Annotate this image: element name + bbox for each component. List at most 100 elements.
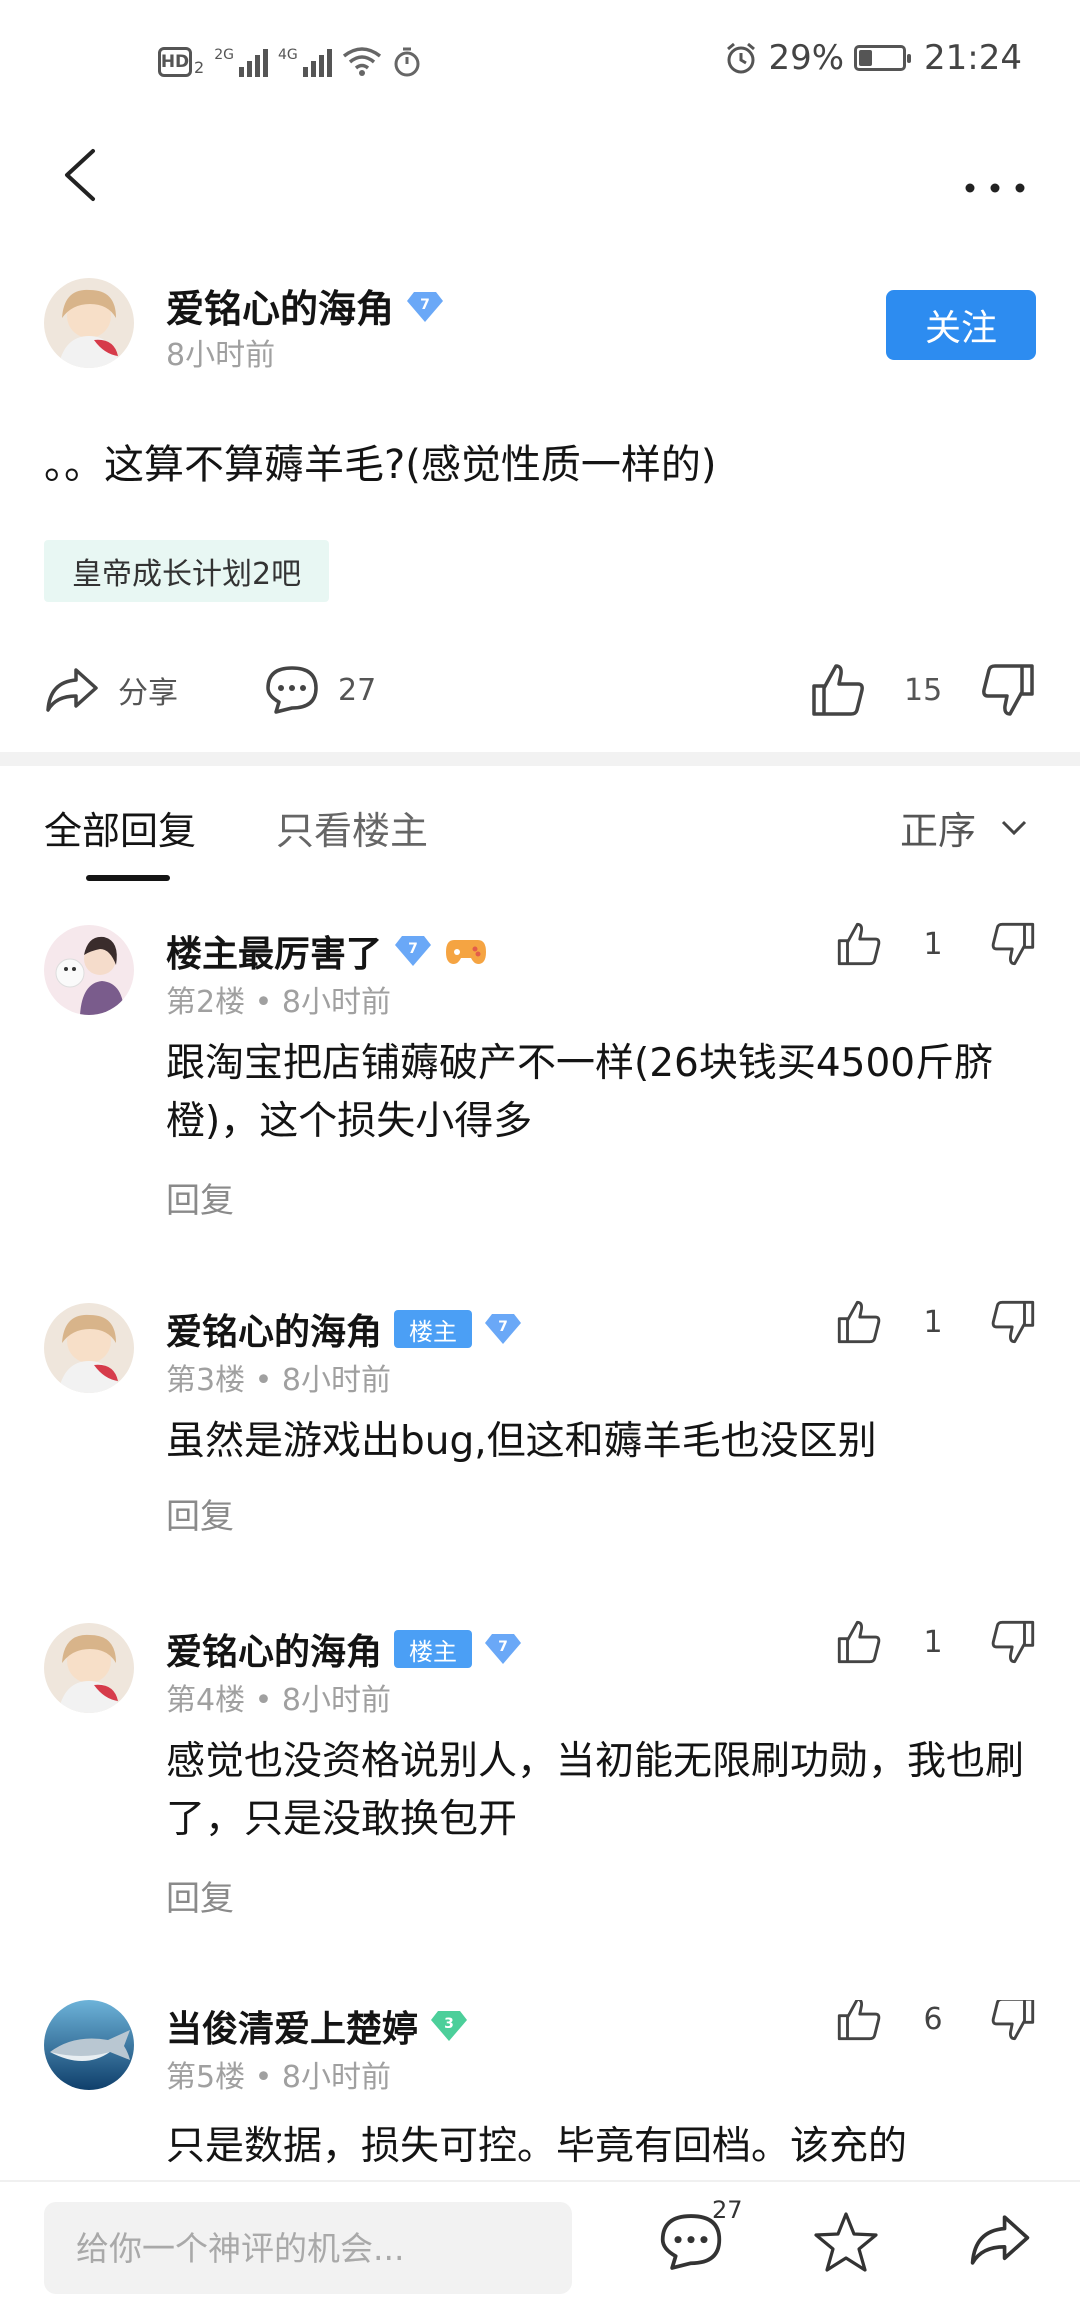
reply-like-count: 1: [923, 1305, 943, 1340]
reply-author-name: 爱铭心的海角: [166, 1312, 383, 1353]
sort-dropdown[interactable]: 正序: [900, 800, 1028, 855]
avatar[interactable]: [44, 925, 134, 1015]
topic-tag[interactable]: 皇帝成长计划2吧: [44, 540, 330, 602]
battery-icon: [854, 45, 912, 71]
comment-icon: [266, 666, 318, 714]
alarm-icon: [727, 42, 756, 74]
svg-text:7: 7: [408, 941, 418, 957]
thumbs-down-icon[interactable]: [990, 1619, 1036, 1665]
level-badge-icon: 7: [394, 934, 432, 968]
thumbs-down-icon: [982, 664, 1034, 716]
tab-all-replies[interactable]: 全部回复: [44, 800, 196, 855]
reply-like-count: 1: [923, 1625, 943, 1660]
reply-time: 8小时前: [281, 2060, 391, 2095]
thumbs-up-icon[interactable]: [836, 2000, 882, 2042]
reply-vote: 1: [836, 1297, 1036, 1357]
avatar[interactable]: [44, 278, 134, 368]
tab-owner-only[interactable]: 只看楼主: [276, 800, 428, 855]
reply-author[interactable]: 楼主最厉害了 7: [166, 925, 488, 977]
sort-label: 正序: [899, 809, 976, 853]
reply-author-name: 当俊清爱上楚婷: [166, 2009, 419, 2050]
thumbs-up-icon[interactable]: [836, 1299, 882, 1345]
post-action-bar: 分享 27 15: [44, 655, 1036, 725]
reply-vote: 1: [836, 919, 1036, 979]
reply-vote: 1: [836, 1617, 1036, 1677]
avatar[interactable]: [44, 1303, 134, 1393]
thumbs-down-icon[interactable]: [990, 2000, 1036, 2042]
reply-author[interactable]: 爱铭心的海角 楼主 7: [166, 1303, 522, 1355]
level-badge-icon: 7: [484, 1632, 522, 1666]
game-controller-icon: [446, 940, 487, 964]
chevron-left-icon[interactable]: [55, 135, 115, 215]
reply-button[interactable]: 回复: [166, 1173, 234, 1222]
avatar[interactable]: [44, 1623, 134, 1713]
reply-button[interactable]: 回复: [166, 1871, 234, 1920]
chevron-down-icon: [1001, 820, 1027, 835]
reply-content: 虽然是游戏出bug,但这和薅羊毛也没区别: [166, 1419, 877, 1464]
owner-badge: 楼主: [394, 1310, 473, 1348]
reply-content: 感觉也没资格说别人，当初能无限刷功勋，我也刷了，只是没敢换包开: [166, 1739, 1025, 1842]
author-name[interactable]: 爱铭心的海角 7: [166, 278, 444, 333]
dislike-button[interactable]: [980, 655, 1036, 725]
floor-number: 第5楼: [166, 2060, 246, 2095]
level-badge-icon: 7: [406, 289, 444, 323]
level-badge-icon: 3: [430, 2009, 468, 2043]
reply-vote: 6: [836, 2000, 1036, 2054]
thumbs-up-icon[interactable]: [836, 1619, 882, 1665]
like-count: 15: [904, 672, 943, 708]
share-label: 分享: [118, 676, 178, 711]
status-left-icons: HD 2 2G 4G: [158, 40, 422, 84]
wifi-icon: [342, 47, 381, 76]
clock: 21:24: [924, 38, 1022, 78]
post-author: 爱铭心的海角 7 8小时前 关注: [44, 278, 1036, 373]
reply-time: 8小时前: [281, 985, 391, 1020]
sim2-network-label: 4G: [277, 47, 298, 63]
comment-input[interactable]: [44, 2202, 572, 2294]
svg-text:7: 7: [498, 1319, 508, 1335]
reply-author[interactable]: 当俊清爱上楚婷 3: [166, 2000, 468, 2052]
follow-button[interactable]: 关注: [886, 290, 1036, 360]
reply-content: 只是数据，损失可控。毕竟有回档。该充的: [166, 2124, 908, 2169]
share-icon[interactable]: [968, 2210, 1032, 2270]
thumbs-up-icon: [812, 664, 864, 716]
active-tab-indicator: [86, 875, 170, 881]
thumbs-up-icon[interactable]: [836, 921, 882, 967]
section-divider: [0, 752, 1080, 766]
reply-meta: 第2楼 • 8小时前: [166, 985, 391, 1020]
thumbs-down-icon[interactable]: [990, 1299, 1036, 1345]
comment-count: 27: [338, 672, 377, 708]
sim1-network-label: 2G: [214, 47, 234, 63]
owner-badge: 楼主: [394, 1630, 473, 1668]
share-button[interactable]: 分享: [44, 655, 178, 725]
signal-sim1-icon: 2G: [214, 47, 268, 77]
level-badge-icon: 7: [484, 1312, 522, 1346]
reply-time: 8小时前: [281, 1363, 391, 1398]
author-name-text: 爱铭心的海角: [166, 287, 395, 331]
post-content: 。。这算不算薅羊毛?(感觉性质一样的): [44, 442, 717, 488]
like-button[interactable]: 15: [810, 655, 942, 725]
reply-author-name: 爱铭心的海角: [166, 1632, 383, 1673]
reply-button[interactable]: 回复: [166, 1489, 234, 1538]
reply-item: 楼主最厉害了 7 第2楼 • 8小时前 1 跟淘宝把店铺薅破产不一样(26块钱买…: [44, 922, 1036, 1225]
floor-number: 第3楼: [166, 1363, 246, 1398]
hd-sim-index: 2: [194, 57, 205, 77]
svg-text:7: 7: [498, 1639, 508, 1655]
hd-voice-icon: HD: [158, 47, 192, 77]
comment-button[interactable]: 27: [264, 655, 376, 725]
bottom-bar: 27: [0, 2180, 1080, 2310]
reply-item: 爱铭心的海角 楼主 7 第4楼 • 8小时前 1 感觉也没资格说别人，当初能无限…: [44, 1620, 1036, 1923]
avatar[interactable]: [44, 2000, 134, 2090]
reply-author[interactable]: 爱铭心的海角 楼主 7: [166, 1623, 522, 1675]
reply-meta: 第4楼 • 8小时前: [166, 1683, 391, 1718]
svg-text:3: 3: [444, 2016, 454, 2032]
reply-item: 当俊清爱上楚婷 3 第5楼 • 8小时前 6 只是数据，损失可控。毕竟有回档。该…: [44, 2000, 1036, 2180]
star-icon[interactable]: [812, 2210, 880, 2274]
thumbs-down-icon[interactable]: [990, 921, 1036, 967]
reply-like-count: 1: [923, 927, 943, 962]
reply-content: 跟淘宝把店铺薅破产不一样(26块钱买4500斤脐橙)，这个损失小得多: [166, 1041, 994, 1144]
floor-number: 第4楼: [166, 1683, 246, 1718]
more-horizontal-icon[interactable]: [960, 145, 1030, 205]
reply-item: 爱铭心的海角 楼主 7 第3楼 • 8小时前 1 虽然是游戏出bug,但这和薅羊…: [44, 1300, 1036, 1553]
reply-meta: 第3楼 • 8小时前: [166, 1363, 391, 1398]
svg-text:7: 7: [420, 297, 430, 313]
